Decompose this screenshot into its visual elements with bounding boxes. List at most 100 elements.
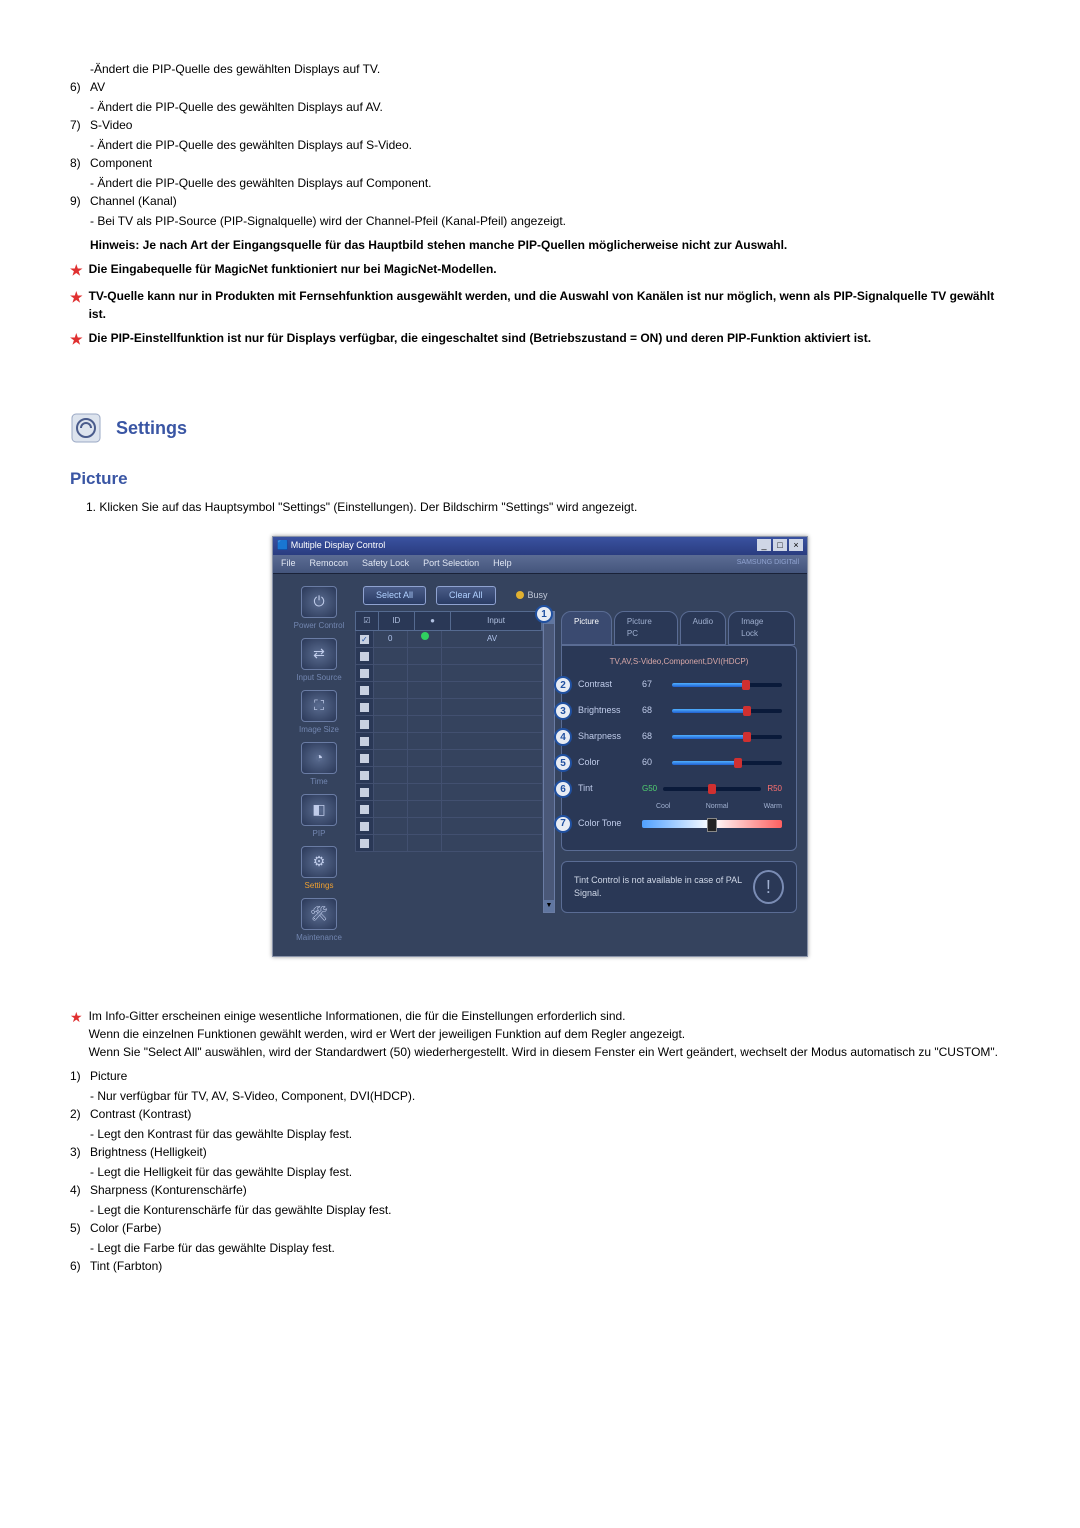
row-checkbox[interactable] (360, 771, 369, 780)
tint-row: 6 Tint G50 R50 (576, 780, 782, 798)
bottom-item-4-desc: - Legt die Konturenschärfe für das gewäh… (90, 1201, 1010, 1219)
status-dot-icon (421, 632, 429, 640)
callout-badge-7: 7 (554, 815, 572, 833)
tab-picture[interactable]: Picture (561, 611, 612, 645)
row-checkbox[interactable] (360, 652, 369, 661)
table-row[interactable] (355, 801, 543, 818)
menu-port-selection[interactable]: Port Selection (423, 557, 479, 571)
input-icon: ⇄ (301, 638, 337, 670)
row-checkbox[interactable] (360, 635, 369, 644)
busy-icon (516, 591, 524, 599)
app-window: 🟦 Multiple Display Control _□× File Remo… (272, 536, 808, 957)
window-title: 🟦 Multiple Display Control (277, 539, 385, 553)
window-controls[interactable]: _□× (755, 539, 803, 553)
sidebar: ⏻Power Control ⇄Input Source ⛶Image Size… (283, 586, 355, 944)
panel-subtitle: TV,AV,S-Video,Component,DVI(HDCP) (576, 656, 782, 668)
sidebar-item-power[interactable]: ⏻Power Control (294, 586, 345, 632)
sidebar-item-maintenance[interactable]: 🛠Maintenance (296, 898, 342, 944)
clear-all-button[interactable]: Clear All (436, 586, 496, 606)
contrast-row: 2 Contrast 67 (576, 676, 782, 694)
scroll-down-icon[interactable]: ▼ (544, 900, 554, 912)
table-row[interactable] (355, 716, 543, 733)
picture-subtitle: Picture (70, 466, 1010, 492)
sidebar-item-input[interactable]: ⇄Input Source (296, 638, 341, 684)
callout-badge-4: 4 (554, 728, 572, 746)
table-row[interactable] (355, 767, 543, 784)
minimize-icon[interactable]: _ (757, 539, 771, 551)
bottom-item-6: 6) Tint (Farbton) (70, 1257, 1010, 1275)
row-checkbox[interactable] (360, 686, 369, 695)
tint-slider[interactable] (663, 787, 761, 791)
busy-indicator: Busy (516, 589, 548, 603)
star-intro: ★ Im Info-Gitter erscheinen einige wesen… (70, 1007, 1010, 1061)
tab-picture-pc[interactable]: Picture PC (614, 611, 678, 645)
row-checkbox[interactable] (360, 839, 369, 848)
top-section: -Ändert die PIP-Quelle des gewählten Dis… (70, 60, 1010, 350)
colortone-slider[interactable] (642, 820, 782, 828)
row-checkbox[interactable] (360, 669, 369, 678)
table-row[interactable] (355, 682, 543, 699)
item-8: 8) Component (70, 154, 1010, 172)
sidebar-item-settings[interactable]: ⚙Settings (301, 846, 337, 892)
row-checkbox[interactable] (360, 737, 369, 746)
col-input: Input (451, 612, 542, 630)
color-slider[interactable] (672, 761, 782, 765)
titlebar: 🟦 Multiple Display Control _□× (273, 537, 807, 555)
menu-help[interactable]: Help (493, 557, 512, 571)
colortone-row: 7 Color Tone (576, 815, 782, 833)
table-row[interactable] (355, 750, 543, 767)
row-checkbox[interactable] (360, 788, 369, 797)
star-note-1: ★ Die Eingabequelle für MagicNet funktio… (70, 260, 1010, 281)
star-note-2: ★ TV-Quelle kann nur in Produkten mit Fe… (70, 287, 1010, 323)
tab-image-lock[interactable]: Image Lock (728, 611, 795, 645)
brightness-slider[interactable] (672, 709, 782, 713)
sidebar-item-image[interactable]: ⛶Image Size (299, 690, 339, 736)
table-row[interactable] (355, 818, 543, 835)
settings-title: Settings (116, 415, 187, 442)
bottom-item-5-desc: - Legt die Farbe für das gewählte Displa… (90, 1239, 1010, 1257)
select-all-button[interactable]: Select All (363, 586, 426, 606)
tab-audio[interactable]: Audio (680, 611, 726, 645)
status-text: Tint Control is not available in case of… (574, 874, 753, 901)
star-icon: ★ (70, 287, 83, 323)
menu-remocon[interactable]: Remocon (310, 557, 349, 571)
close-icon[interactable]: × (789, 539, 803, 551)
bottom-item-4: 4) Sharpness (Konturenschärfe) (70, 1181, 1010, 1199)
sharpness-slider[interactable] (672, 735, 782, 739)
row-checkbox[interactable] (360, 754, 369, 763)
row-input: AV (442, 631, 542, 647)
screenshot-container: 🟦 Multiple Display Control _□× File Remo… (70, 536, 1010, 957)
top-controls: Select All Clear All Busy (363, 586, 797, 606)
bottom-item-3-desc: - Legt die Helligkeit für das gewählte D… (90, 1163, 1010, 1181)
pip-tv-desc: -Ändert die PIP-Quelle des gewählten Dis… (90, 60, 1010, 78)
item-6: 6) AV (70, 78, 1010, 96)
row-checkbox[interactable] (360, 822, 369, 831)
image-icon: ⛶ (301, 690, 337, 722)
bottom-item-2: 2) Contrast (Kontrast) (70, 1105, 1010, 1123)
table-row[interactable] (355, 835, 543, 852)
table-row[interactable] (355, 784, 543, 801)
table-row[interactable] (355, 665, 543, 682)
row-checkbox[interactable] (360, 720, 369, 729)
status-bar: Tint Control is not available in case of… (561, 861, 797, 913)
contrast-slider[interactable] (672, 683, 782, 687)
brand-label: SAMSUNG DIGITall (737, 558, 799, 569)
sidebar-item-pip[interactable]: ◧PIP (301, 794, 337, 840)
maximize-icon[interactable]: □ (773, 539, 787, 551)
menubar: File Remocon Safety Lock Port Selection … (273, 555, 807, 574)
menu-file[interactable]: File (281, 557, 296, 571)
star-icon: ★ (70, 329, 83, 350)
item-9-desc: - Bei TV als PIP-Source (PIP-Signalquell… (90, 212, 1010, 230)
star-icon: ★ (70, 260, 83, 281)
table-row[interactable] (355, 699, 543, 716)
row-checkbox[interactable] (360, 703, 369, 712)
table-row[interactable] (355, 648, 543, 665)
table-row[interactable]: 0 AV (355, 631, 543, 648)
settings-panel: Picture Picture PC Audio Image Lock TV,A… (561, 611, 797, 913)
table-row[interactable] (355, 733, 543, 750)
menu-safety-lock[interactable]: Safety Lock (362, 557, 409, 571)
sidebar-item-time[interactable]: ◔Time (301, 742, 337, 788)
callout-badge-3: 3 (554, 702, 572, 720)
row-checkbox[interactable] (360, 805, 369, 814)
tab-row: Picture Picture PC Audio Image Lock (561, 611, 797, 645)
